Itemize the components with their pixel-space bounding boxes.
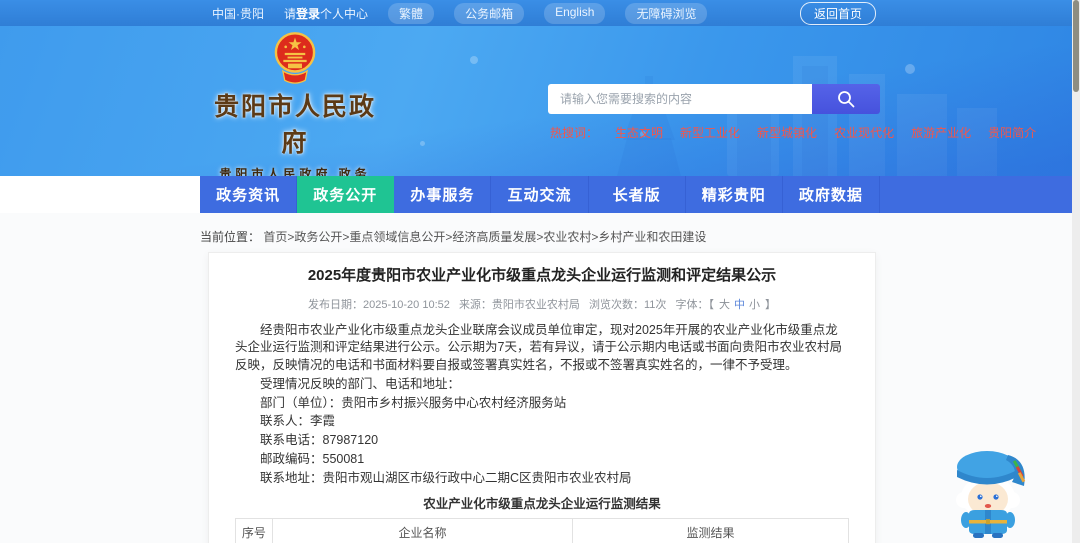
topbar-pill-list: 繁體 公务邮箱 English 无障碍浏览 [388,2,708,24]
article-title: 2025年度贵阳市农业产业化市级重点龙头企业运行监测和评定结果公示 [307,267,777,284]
hot-search-label: 热搜词： [550,126,599,140]
article-paragraph: 联系人：李霞 [260,414,336,429]
article-paragraph: 受理情况反映的部门、电话和地址： [260,376,461,391]
nav-tab[interactable]: 长者版 [589,176,686,213]
hot-search-term-link[interactable]: 旅游产业化 [911,124,971,141]
font-size-button[interactable]: 中 [734,299,745,311]
breadcrumb-path[interactable]: 首页>政务公开>重点领域信息公开>经济高质量发展>农业农村>乡村产业和农田建设 [263,230,706,244]
topbar-pill-link[interactable]: English [544,2,606,24]
scrollbar-thumb[interactable] [1073,0,1079,92]
login-prefix: 请 [284,6,297,21]
nav-tab-label: 政府数据 [798,187,863,204]
nav-tab[interactable]: 互动交流 [491,176,589,213]
font-size-label: 字体：【 [675,298,714,311]
article-card: 2025年度贵阳市农业产业化市级重点龙头企业运行监测和评定结果公示 发布日期：2… [208,252,876,543]
nav-tab-label: 政务资讯 [216,187,281,204]
site-subtitle: 贵阳市人民政府.政务 [219,167,371,176]
table-header-row: 序号 企业名称 监测结果 [235,518,849,543]
top-utility-bar: 中国·贵阳 请登录个人中心 繁體 公务邮箱 English 无障碍浏览 返回首页 [0,0,1072,26]
login-link[interactable]: 请登录个人中心 [284,5,368,22]
font-size-controls: 大中小 [717,299,762,311]
breadcrumb-label: 当前位置： [200,230,261,244]
hot-search-term-link[interactable]: 农业现代化 [834,124,894,141]
font-size-button[interactable]: 大 [719,299,730,311]
font-size-label-end: 】 [764,298,776,311]
nav-tab[interactable]: 办事服务 [394,176,492,213]
breadcrumb: 当前位置： 首页>政务公开>重点领域信息公开>经济高质量发展>农业农村>乡村产业… [200,228,706,245]
national-emblem-icon [274,32,316,84]
site-title: 贵阳市人民政府 [213,93,376,157]
region-link[interactable]: 中国·贵阳 [212,5,264,22]
article-paragraph: 联系电话：87987120 [260,433,379,447]
hot-search-term-link[interactable]: 新型城镇化 [757,124,817,141]
back-home-button[interactable]: 返回首页 [799,1,876,25]
hot-search-row: 热搜词： 生态文明 新型工业化 新型城镇化 农业现代化 旅游产业化 贵阳简介 [550,124,1036,141]
article-paragraph: 联系地址：贵阳市观山湖区市级行政中心二期C区贵阳市农业农村局 [260,470,632,485]
search-input[interactable] [548,84,812,114]
article-paragraph: 邮政编码：550081 [260,451,365,466]
nav-tab-label: 精彩贵阳 [701,187,766,204]
search-button[interactable] [812,84,880,114]
login-suffix: 个人中心 [320,6,369,21]
nav-tab-label: 长者版 [612,187,661,204]
hot-search-term-link[interactable]: 生态文明 [615,124,663,141]
topbar-pill-link[interactable]: 无障碍浏览 [625,2,708,24]
article-paragraph: 经贵阳市农业产业化市级重点龙头企业联席会议成员单位审定，现对2025年开展的农业… [235,322,842,373]
assistant-mascot[interactable] [942,440,1034,540]
search-icon [838,91,855,108]
hot-search-term-link[interactable]: 贵阳简介 [988,124,1036,141]
search-bar [548,84,880,114]
nav-tab[interactable]: 政务公开 [297,176,395,213]
table-caption: 农业产业化市级重点龙头企业运行监测结果 [423,497,661,512]
topbar-pill-link[interactable]: 公务邮箱 [454,2,525,24]
nav-tab-label: 政务公开 [313,187,378,204]
nav-tab[interactable]: 政务资讯 [200,176,298,213]
nav-tab[interactable]: 精彩贵阳 [686,176,783,213]
article-meta: 发布日期：2025-10-20 10:52 来源：贵阳市农业农村局 浏览次数：1… [235,296,849,312]
view-count: 浏览次数：11次 [589,298,667,311]
col-header-result: 监测结果 [572,518,849,543]
hot-search-terms: 生态文明 新型工业化 新型城镇化 农业现代化 旅游产业化 贵阳简介 [615,124,1036,141]
publish-date: 发布日期：2025-10-20 10:52 [308,298,450,311]
topbar-pill-link[interactable]: 繁體 [388,2,435,24]
font-size-button[interactable]: 小 [749,299,760,311]
article-body: 经贵阳市农业产业化市级重点龙头企业联席会议成员单位审定，现对2025年开展的农业… [235,322,849,488]
main-navigation: 政务资讯 政务公开 办事服务 互动交流 长者版 精彩贵阳 政府数据 [200,176,1072,213]
hot-search-term-link[interactable]: 新型工业化 [680,124,740,141]
nav-tab-label: 办事服务 [410,187,475,204]
article-source: 来源：贵阳市农业农村局 [458,298,580,311]
login-bold: 登录 [296,6,321,21]
nav-tab[interactable]: 政府数据 [783,176,880,213]
site-logo[interactable]: 贵阳市人民政府 贵阳市人民政府.政务 www.guiyang.gov.cn [203,31,387,176]
col-header-index: 序号 [235,518,273,543]
monitoring-result-table: 序号 企业名称 监测结果 1 贵州合力超市采购有限公司 合格 2 贵州友禾种业有… [235,518,849,543]
article-paragraph: 部门（单位）：贵阳市乡村振兴服务中心农村经济服务站 [260,395,567,410]
nav-tab-label: 互动交流 [507,187,572,204]
scrollbar-track[interactable] [1072,0,1080,543]
site-banner: 贵阳市人民政府 贵阳市人民政府.政务 www.guiyang.gov.cn 热搜… [0,26,1072,176]
col-header-company: 企业名称 [271,518,574,543]
nav-tab-list: 政务资讯 政务公开 办事服务 互动交流 长者版 精彩贵阳 政府数据 [200,176,880,213]
